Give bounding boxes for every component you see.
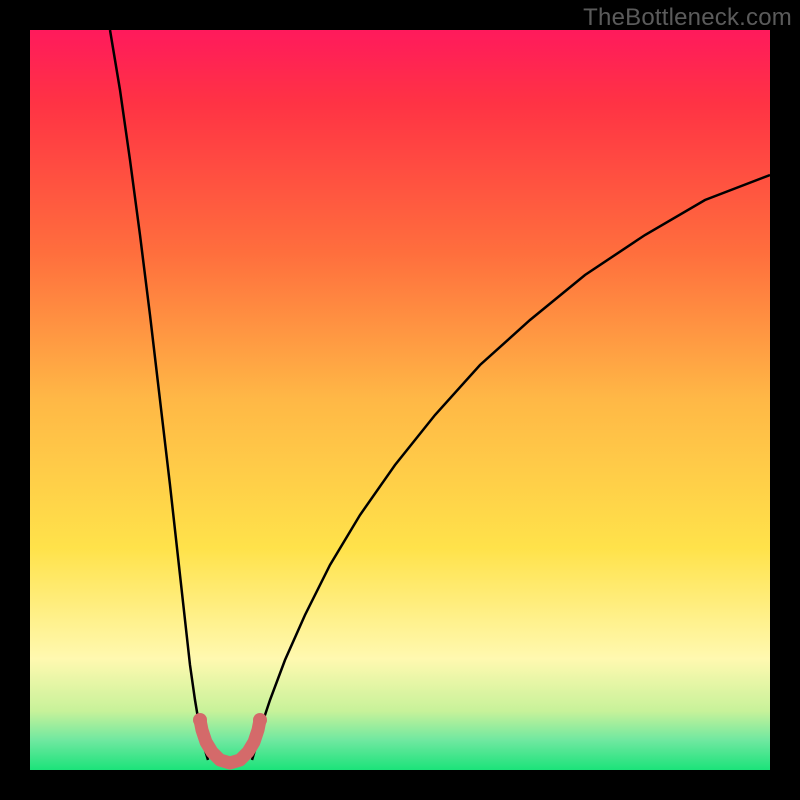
left-curve bbox=[110, 30, 208, 760]
right-curve bbox=[252, 175, 770, 760]
u-marker bbox=[200, 720, 260, 763]
curve-layer bbox=[30, 30, 770, 770]
u-marker-dot-right bbox=[253, 713, 267, 727]
watermark-text: TheBottleneck.com bbox=[583, 4, 792, 32]
chart-frame bbox=[30, 30, 770, 770]
u-marker-dot-left bbox=[193, 713, 207, 727]
